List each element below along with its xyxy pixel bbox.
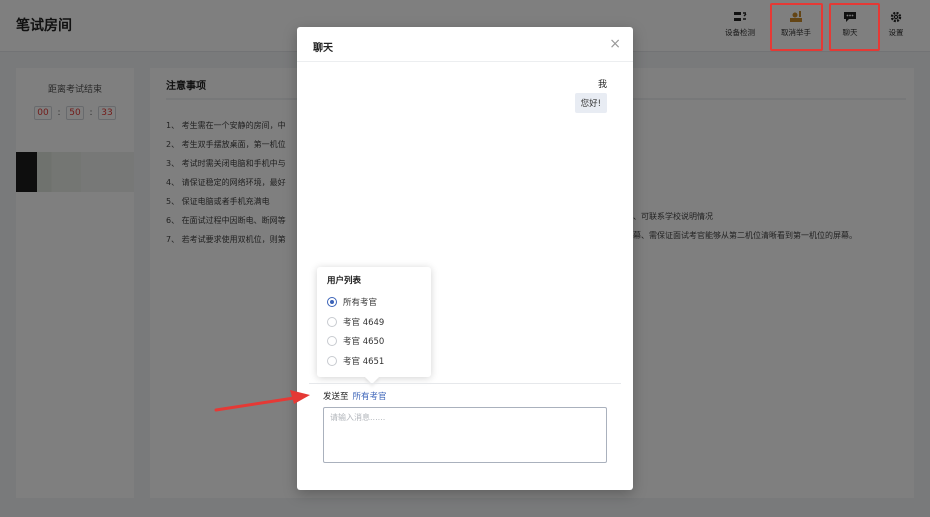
message-input[interactable]	[323, 407, 607, 463]
divider	[309, 383, 621, 384]
message-sender: 我	[597, 80, 607, 90]
user-option-all[interactable]: 所有考官	[327, 295, 377, 309]
user-option-label: 考官 4651	[343, 357, 385, 367]
message-bubble: 您好!	[574, 93, 607, 113]
user-list-popover: 用户列表 所有考官 考官 4649 考官 4650 考官 4651	[317, 267, 431, 385]
radio-icon[interactable]	[327, 356, 337, 366]
popover-arrow	[364, 369, 380, 385]
send-to-target[interactable]: 所有考官	[353, 392, 387, 402]
highlight-box-cancel-hand	[770, 3, 823, 51]
modal-title: 聊天	[313, 43, 333, 54]
user-option-label: 所有考官	[343, 298, 378, 308]
highlight-box-chat	[829, 3, 880, 51]
user-option-label: 考官 4650	[343, 337, 385, 347]
close-icon[interactable]: ×	[609, 36, 621, 52]
user-option-4651[interactable]: 考官 4651	[327, 354, 384, 368]
radio-checked-icon[interactable]	[327, 297, 337, 307]
user-option-4650[interactable]: 考官 4650	[327, 334, 384, 348]
send-to-label: 发送至	[323, 392, 349, 402]
divider	[297, 61, 633, 62]
user-option-4649[interactable]: 考官 4649	[327, 315, 384, 329]
radio-icon[interactable]	[327, 336, 337, 346]
chat-modal: 聊天 × 我 您好! 用户列表 所有考官 考官 4649 考官 4650 考官 …	[297, 27, 633, 490]
annotation-arrow	[214, 390, 310, 412]
radio-icon[interactable]	[327, 317, 337, 327]
send-to: 发送至 所有考官	[323, 390, 387, 402]
user-list-title: 用户列表	[327, 276, 362, 286]
user-option-label: 考官 4649	[343, 318, 385, 328]
